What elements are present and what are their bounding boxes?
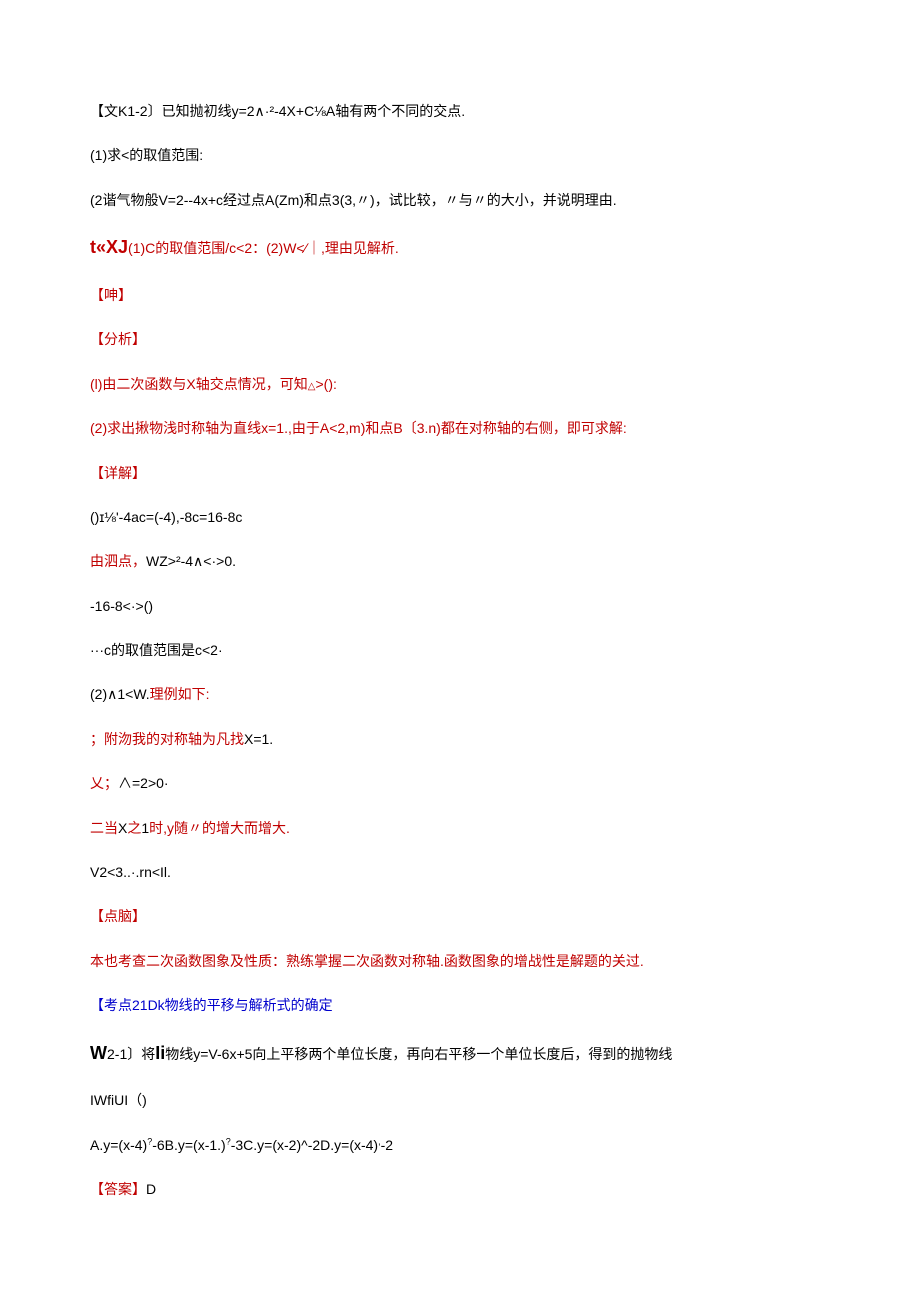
text-line-11: -16-8<·>()	[90, 595, 830, 617]
text-line-18: 【点脑】	[90, 905, 830, 927]
text-span-24-1: D	[146, 1181, 156, 1197]
text-span-10-0: 由泗点，	[90, 553, 146, 569]
text-span-23-4: -3C.y=(x-2)^-2D.y=(x-4)	[231, 1137, 378, 1153]
text-span-16-2: 之	[127, 820, 141, 836]
text-line-15: 乂；∧=2>0·	[90, 772, 830, 794]
text-span-15-1: ∧=2>0·	[118, 775, 169, 791]
document-body: 【文K1-2〕已知抛初线y=2∧·²-4X+C⅛A轴有两个不同的交点. (1)求<…	[90, 100, 830, 1201]
text-line-16: 二当X之1时,y随〃的增大而增大.	[90, 817, 830, 839]
text-span-4: 【呻】	[90, 287, 132, 303]
text-line-22: IWfiUI（)	[90, 1089, 830, 1111]
text-span-11: -16-8<·>()	[90, 598, 153, 614]
text-line-4: 【呻】	[90, 284, 830, 306]
text-line-17: V2<3..·.rn<Il.	[90, 861, 830, 883]
text-span-19: 本也考查二次函数图象及性质：熟练掌握二次函数对称轴.函数图象的增战性是解题的关过…	[90, 953, 644, 969]
text-span-14-1: X=1.	[244, 731, 273, 747]
text-line-6: (l)由二次函数与X轴交点情况，可知△>():	[90, 373, 830, 395]
text-span-17: V2<3..·.rn<Il.	[90, 864, 171, 880]
text-span-23-2: -6B.y=(x-1.)	[152, 1137, 226, 1153]
text-span-7: (2)求出揪物浅时称轴为直线x=1.,由于A<2,m)和点B〔3.n)都在对称轴…	[90, 420, 627, 436]
text-span-16-1: X	[118, 820, 127, 836]
text-span-13-1: 理例如下:	[150, 686, 210, 702]
text-span-6-0: (l)由二次函数与X轴交点情况，可知	[90, 376, 308, 392]
text-span-23-0: A.y=(x-4)	[90, 1137, 147, 1153]
text-span-21-1: 2-1〕将	[107, 1046, 155, 1062]
text-span-21-3: 物线y=V-6x+5向上平移两个单位长度，再向右平移一个单位长度后，得到的抛物线	[165, 1046, 672, 1062]
text-span-1: (1)求<的取值范围:	[90, 147, 203, 163]
text-line-1: (1)求<的取值范围:	[90, 144, 830, 166]
text-span-0: 【文K1-2〕已知抛初线y=2∧·²-4X+C⅛A轴有两个不同的交点.	[90, 103, 465, 119]
text-span-5: 【分析】	[90, 331, 146, 347]
text-span-16-3: 1	[141, 820, 149, 836]
text-line-12: ···c的取值范围是c<2·	[90, 639, 830, 661]
text-line-2: (2谐气物般V=2--4x+c经过点A(Zm)和点3(3,〃)，试比较，〃与〃的…	[90, 189, 830, 211]
text-line-19: 本也考查二次函数图象及性质：熟练掌握二次函数对称轴.函数图象的增战性是解题的关过…	[90, 950, 830, 972]
text-span-13-0: (2)∧1<W.	[90, 686, 150, 702]
text-line-0: 【文K1-2〕已知抛初线y=2∧·²-4X+C⅛A轴有两个不同的交点.	[90, 100, 830, 122]
text-line-21: W2-1〕将Ii物线y=V-6x+5向上平移两个单位长度，再向右平移一个单位长度…	[90, 1039, 830, 1068]
text-span-14-0: ；附沕我的对称轴为凡找	[90, 731, 244, 747]
text-span-12: ···c的取值范围是c<2·	[90, 642, 223, 658]
text-span-8: 【详解】	[90, 465, 146, 481]
text-span-16-0: 二当	[90, 820, 118, 836]
text-line-13: (2)∧1<W.理例如下:	[90, 683, 830, 705]
text-span-22: IWfiUI（)	[90, 1092, 147, 1108]
text-span-23-6: -2	[381, 1137, 393, 1153]
text-line-14: ；附沕我的对称轴为凡找X=1.	[90, 728, 830, 750]
text-line-8: 【详解】	[90, 462, 830, 484]
text-span-3-0: t«XJ	[90, 237, 128, 257]
text-span-10-1: WZ>²-4∧<·>0.	[146, 553, 236, 569]
text-line-3: t«XJ(1)C的取值范围/c<2：(2)W<∕｜,理由见解析.	[90, 233, 830, 262]
text-span-24-0: 【答案】	[90, 1181, 146, 1197]
text-line-23: A.y=(x-4)?-6B.y=(x-1.)?-3C.y=(x-2)^-2D.y…	[90, 1134, 830, 1156]
text-span-16-4: 时,y随〃的增大而增大.	[149, 820, 290, 836]
text-line-7: (2)求出揪物浅时称轴为直线x=1.,由于A<2,m)和点B〔3.n)都在对称轴…	[90, 417, 830, 439]
text-span-18: 【点脑】	[90, 908, 146, 924]
text-line-10: 由泗点，WZ>²-4∧<·>0.	[90, 550, 830, 572]
text-line-5: 【分析】	[90, 328, 830, 350]
text-span-21-0: W	[90, 1043, 107, 1063]
text-line-9: ()ɪ⅛'-4ac=(-4),-8c=16-8c	[90, 506, 830, 528]
text-span-2: (2谐气物般V=2--4x+c经过点A(Zm)和点3(3,〃)，试比较，〃与〃的…	[90, 192, 617, 208]
text-span-21-2: Ii	[155, 1043, 165, 1063]
text-span-3-1: (1)C的取值范围/c<2：(2)W<∕｜,理由见解析.	[128, 240, 399, 256]
text-span-9: ()ɪ⅛'-4ac=(-4),-8c=16-8c	[90, 509, 242, 525]
text-span-6-2: >():	[315, 376, 336, 392]
text-span-20: 【考点21Dk物线的平移与解析式的确定	[90, 997, 333, 1013]
text-line-20: 【考点21Dk物线的平移与解析式的确定	[90, 994, 830, 1016]
text-line-24: 【答案】D	[90, 1178, 830, 1200]
text-span-15-0: 乂；	[90, 775, 118, 791]
